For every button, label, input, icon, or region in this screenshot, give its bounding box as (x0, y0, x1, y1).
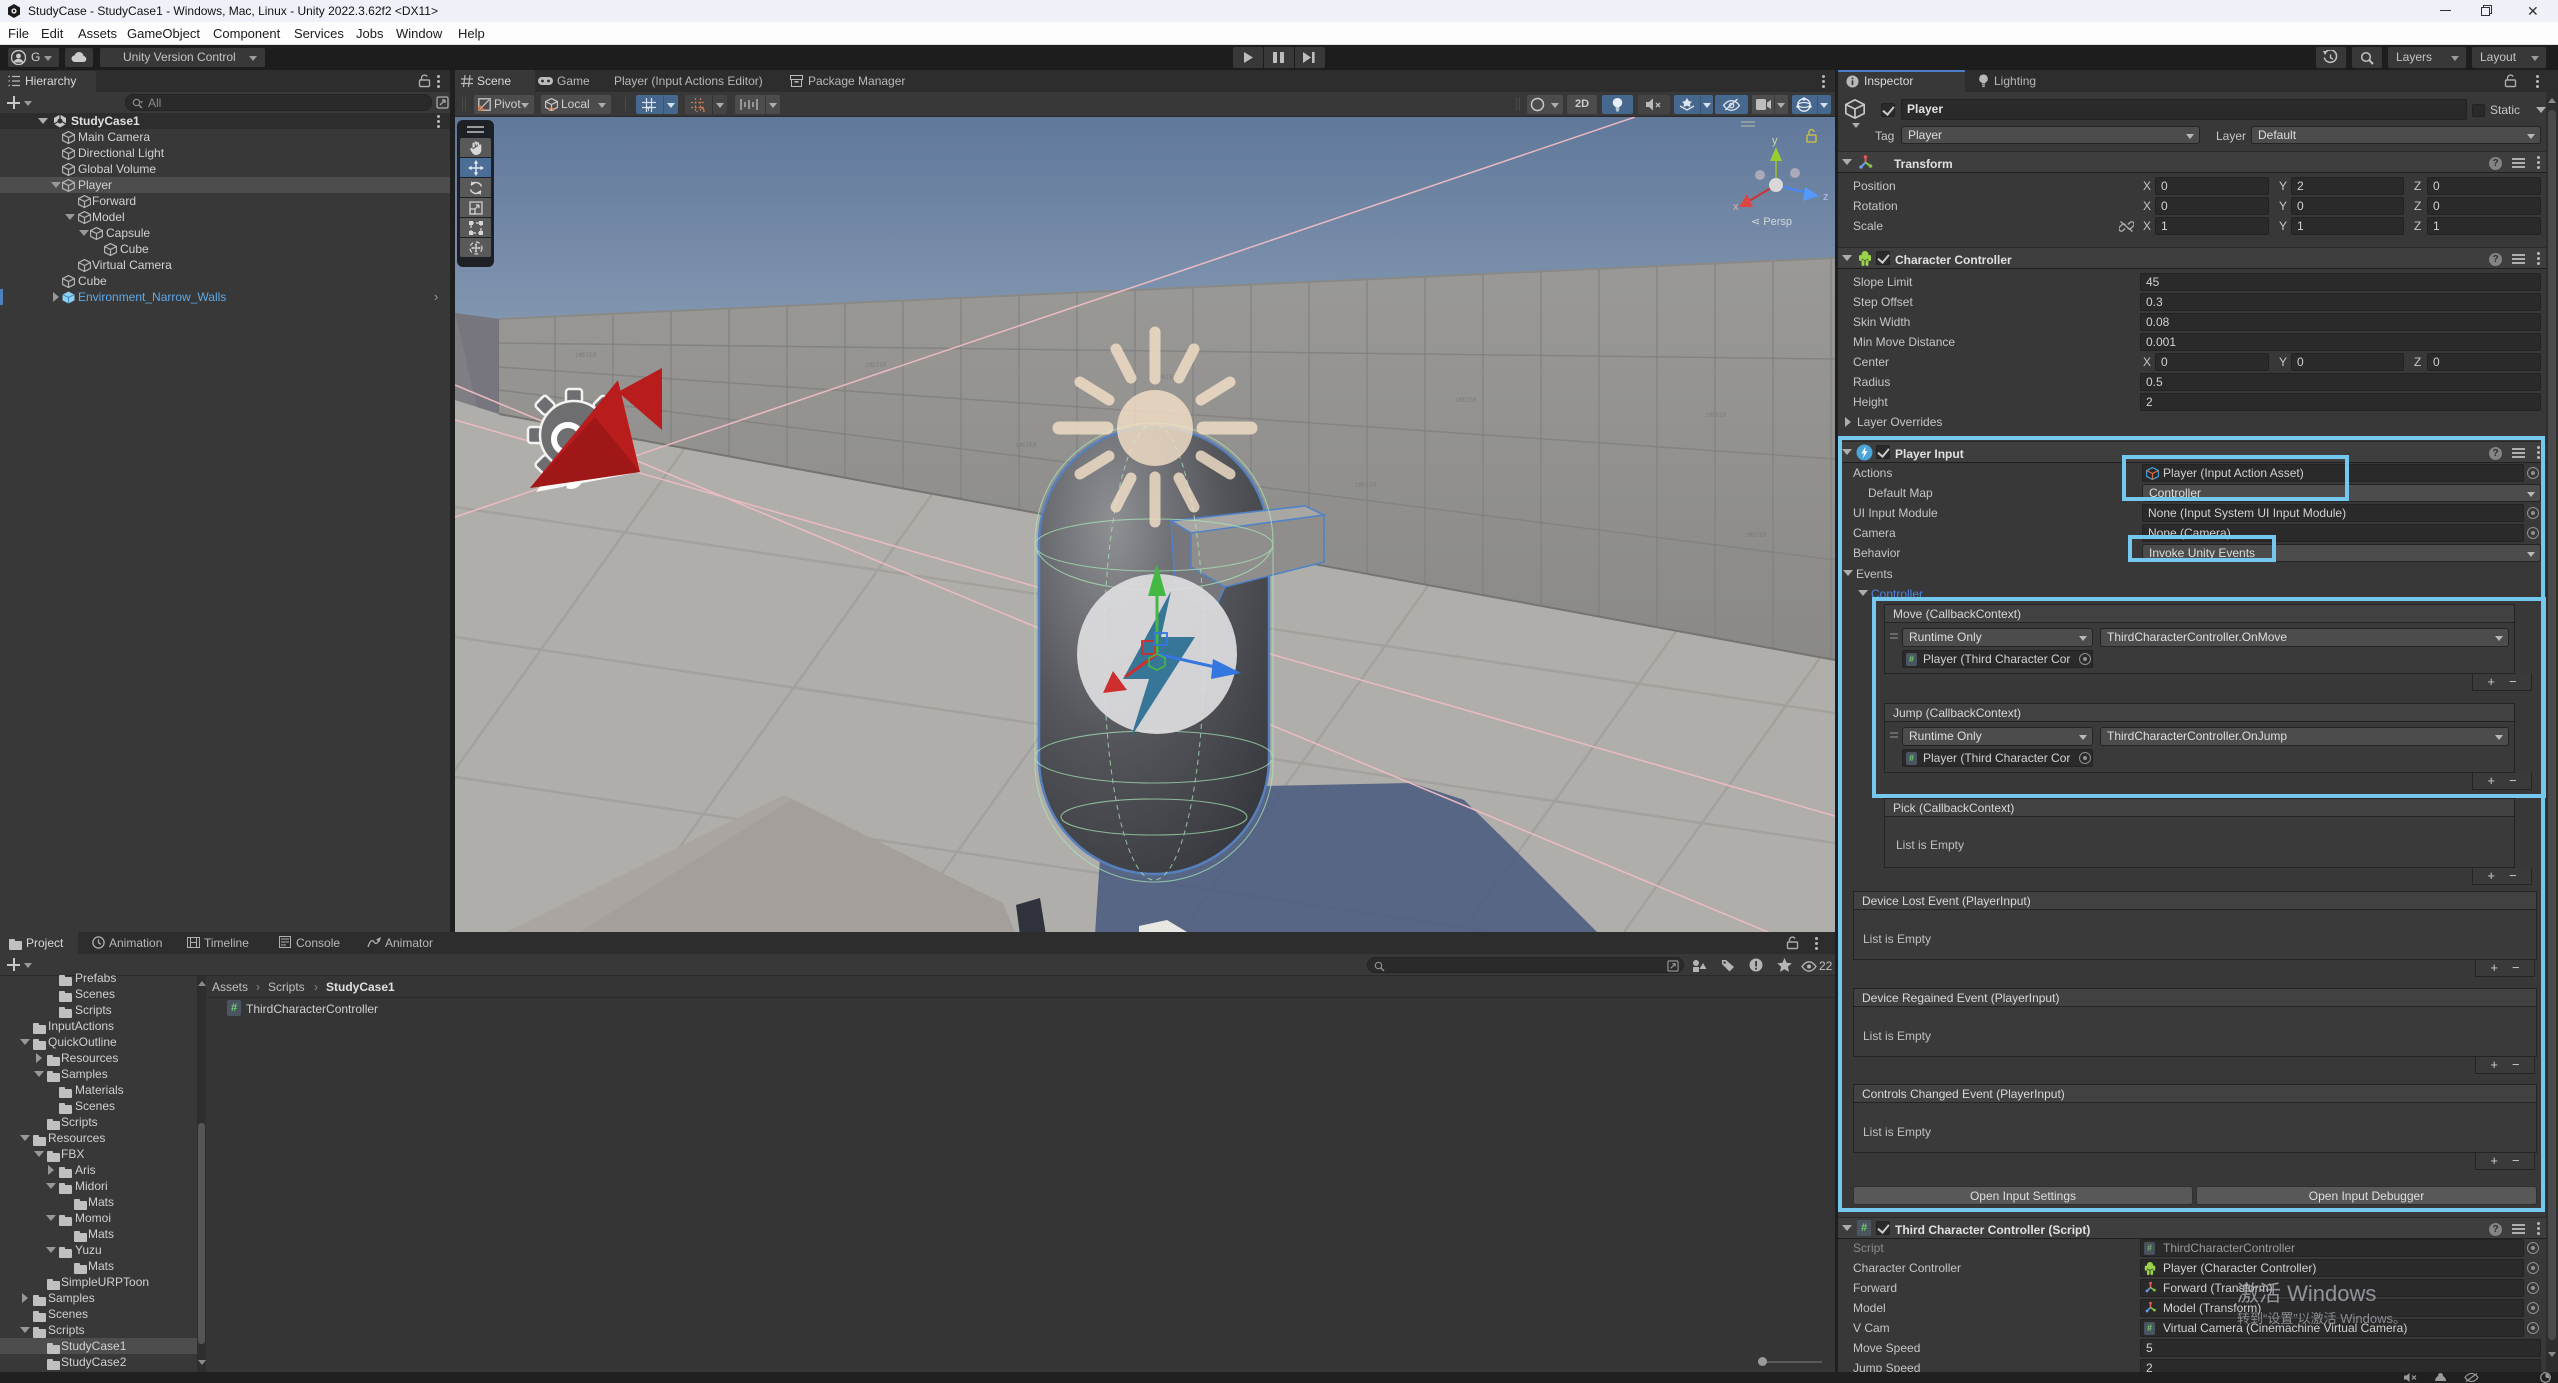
svg-text:1METER: 1METER (865, 362, 887, 369)
svg-text:1METER: 1METER (575, 352, 597, 359)
svg-text:x: x (1733, 201, 1739, 213)
svg-text:1METER: 1METER (1455, 397, 1477, 404)
svg-text:1METER: 1METER (1015, 442, 1037, 449)
svg-text:Y: Y (646, 106, 651, 112)
svg-text:y: y (1772, 135, 1778, 147)
svg-text:z: z (1823, 191, 1829, 203)
svg-text:1METER: 1METER (1705, 412, 1727, 419)
svg-text:1METER: 1METER (1745, 532, 1767, 539)
svg-text:1METER: 1METER (1355, 482, 1377, 489)
svg-text:⋖ Persp: ⋖ Persp (1751, 216, 1792, 228)
